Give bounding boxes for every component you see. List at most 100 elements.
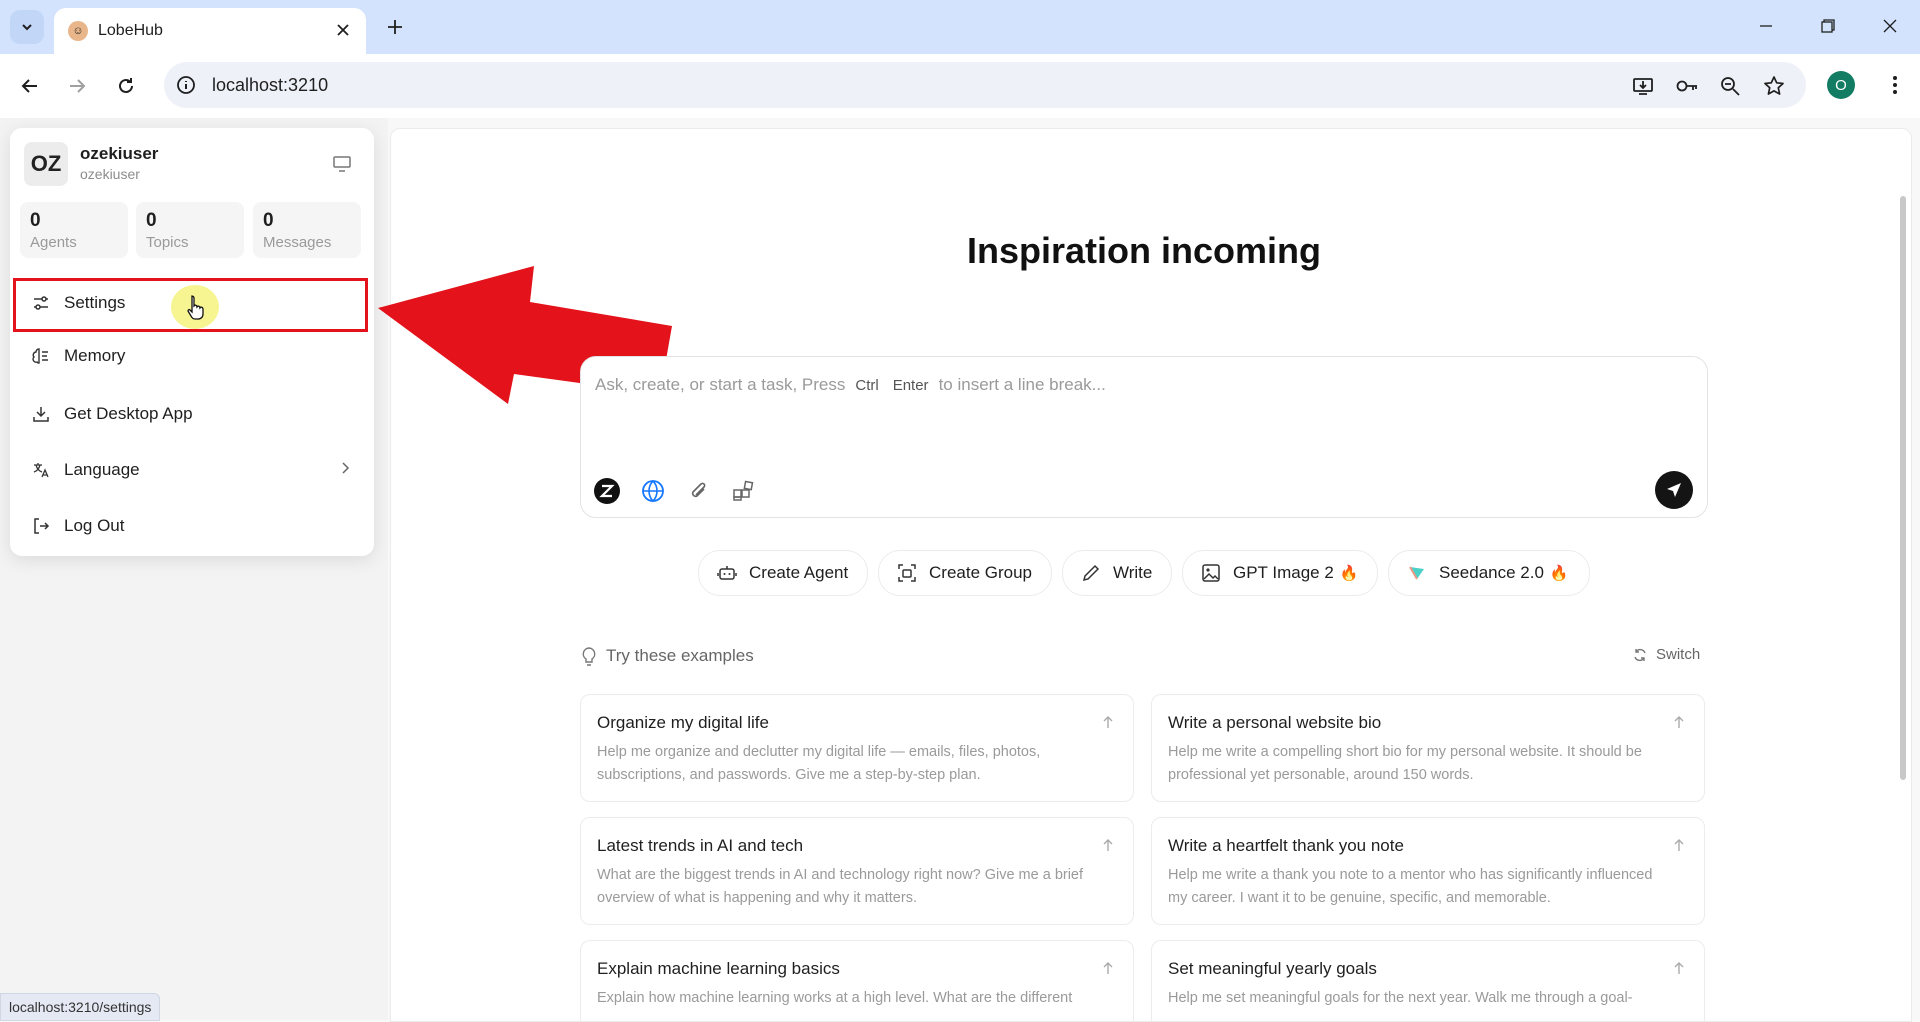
page-title: Inspiration incoming <box>966 230 1321 271</box>
pen-icon <box>1079 561 1103 585</box>
translate-icon <box>28 457 54 483</box>
menu-item-language[interactable]: Language <box>20 447 364 493</box>
user-name: ozekiuser <box>80 144 159 163</box>
download-icon <box>28 401 54 427</box>
browser-profile-avatar[interactable]: O <box>1827 71 1855 99</box>
stat-topics: 0 Topics <box>136 202 244 258</box>
tab-search-button[interactable] <box>10 10 44 44</box>
back-button[interactable] <box>14 70 46 102</box>
user-menu-popover: OZ ozekiuser ozekiuser 0 Agents 0 Topics… <box>10 128 374 556</box>
examples-heading-text: Try these examples <box>606 646 754 665</box>
example-card-desc: Help me organize and declutter my digita… <box>597 744 1041 783</box>
arrow-right-icon <box>70 79 86 93</box>
arrow-up-icon <box>1670 713 1688 731</box>
monitor-icon[interactable] <box>330 152 354 176</box>
plus-icon <box>388 20 402 34</box>
reload-button[interactable] <box>110 70 142 102</box>
install-app-icon[interactable] <box>1630 73 1656 99</box>
site-info-icon[interactable] <box>174 73 198 97</box>
chevron-right-icon <box>342 462 350 474</box>
menu-item-logout[interactable]: Log Out <box>20 503 364 549</box>
stat-value: 0 <box>146 210 157 231</box>
placeholder-text-end: to insert a line break... <box>938 375 1106 394</box>
menu-label: Memory <box>64 346 126 365</box>
hand-pointer-icon <box>187 295 204 320</box>
switch-label: Switch <box>1656 646 1701 663</box>
scrollbar-thumb[interactable] <box>1900 196 1906 780</box>
logout-icon <box>28 513 54 539</box>
address-bar[interactable]: localhost:3210 <box>164 62 1806 108</box>
new-tab-button[interactable] <box>380 12 410 42</box>
stat-value: 0 <box>263 210 274 231</box>
tab-close-button[interactable] <box>332 19 354 41</box>
plugins-icon[interactable] <box>729 477 757 505</box>
example-card[interactable]: Explain machine learning basics Explain … <box>580 940 1134 1021</box>
browser-tab[interactable]: ☺ LobeHub <box>54 8 366 54</box>
stat-label: Agents <box>30 234 77 251</box>
chip-label: GPT Image 2 <box>1233 563 1334 582</box>
example-card[interactable]: Write a heartfelt thank you note Help me… <box>1151 817 1705 925</box>
bookmark-star-icon[interactable] <box>1761 73 1787 99</box>
menu-label: Get Desktop App <box>64 404 193 423</box>
create-group-button[interactable]: Create Group <box>878 550 1052 596</box>
image-icon <box>1199 561 1223 585</box>
switch-examples-button[interactable]: Switch <box>1632 646 1700 663</box>
restore-icon <box>1821 19 1835 33</box>
gpt-image-button[interactable]: GPT Image 2 🔥 <box>1182 550 1378 596</box>
browser-menu-button[interactable] <box>1880 70 1910 100</box>
example-card[interactable]: Set meaningful yearly goals Help me set … <box>1151 940 1705 1021</box>
model-selector-icon[interactable] <box>593 477 621 505</box>
send-icon <box>1667 483 1681 497</box>
minimize-button[interactable] <box>1744 8 1788 44</box>
arrow-up-icon <box>1099 836 1117 854</box>
reload-icon <box>119 78 133 93</box>
url-text[interactable]: localhost:3210 <box>212 75 328 96</box>
web-search-icon[interactable] <box>639 477 667 505</box>
stat-label: Topics <box>146 234 189 251</box>
zoom-icon[interactable] <box>1717 73 1743 99</box>
seedance-icon <box>1405 561 1429 585</box>
chevron-down-icon <box>22 24 32 31</box>
menu-item-desktop-app[interactable]: Get Desktop App <box>20 391 364 437</box>
example-card[interactable]: Organize my digital life Help me organiz… <box>580 694 1134 802</box>
arrow-left-icon <box>21 79 37 93</box>
example-card[interactable]: Latest trends in AI and tech What are th… <box>580 817 1134 925</box>
stat-agents: 0 Agents <box>20 202 128 258</box>
chip-label: Write <box>1113 563 1153 582</box>
user-handle: ozekiuser <box>80 166 140 182</box>
more-vertical-icon <box>1893 76 1897 94</box>
menu-label: Language <box>64 460 140 479</box>
chat-input[interactable]: Ask, create, or start a task, Press Ctrl… <box>580 356 1708 518</box>
window-close-button[interactable] <box>1868 8 1912 44</box>
arrow-up-icon <box>1670 959 1688 977</box>
stat-label: Messages <box>263 234 332 251</box>
example-card[interactable]: Write a personal website bio Help me wri… <box>1151 694 1705 802</box>
brain-icon <box>28 343 54 369</box>
restore-button[interactable] <box>1806 8 1850 44</box>
example-card-desc: Explain how machine learning works at a … <box>597 990 1073 1006</box>
send-button[interactable] <box>1655 471 1693 509</box>
password-key-icon[interactable] <box>1674 73 1700 99</box>
chat-input-placeholder[interactable]: Ask, create, or start a task, Press Ctrl… <box>595 375 1106 395</box>
seedance-button[interactable]: Seedance 2.0 🔥 <box>1388 550 1590 596</box>
user-avatar[interactable]: OZ <box>24 142 68 186</box>
tab-strip: ☺ LobeHub <box>0 0 1920 54</box>
arrow-up-icon <box>1099 959 1117 977</box>
tab-title: LobeHub <box>98 22 163 39</box>
forward-button[interactable] <box>61 70 93 102</box>
lightbulb-icon <box>582 647 596 666</box>
refresh-icon <box>1634 648 1646 661</box>
example-card-title: Organize my digital life <box>597 713 769 732</box>
group-icon <box>895 561 919 585</box>
create-agent-button[interactable]: Create Agent <box>698 550 868 596</box>
kbd-enter: Enter <box>892 376 929 394</box>
fire-icon: 🔥 <box>1549 565 1569 582</box>
examples-heading: Try these examples <box>580 646 754 666</box>
example-card-title: Write a personal website bio <box>1168 713 1382 732</box>
minimize-icon <box>1760 25 1772 27</box>
stat-messages: 0 Messages <box>253 202 361 258</box>
attachment-icon[interactable] <box>685 477 713 505</box>
write-button[interactable]: Write <box>1062 550 1172 596</box>
stat-value: 0 <box>30 210 41 231</box>
menu-item-memory[interactable]: Memory <box>20 333 364 379</box>
